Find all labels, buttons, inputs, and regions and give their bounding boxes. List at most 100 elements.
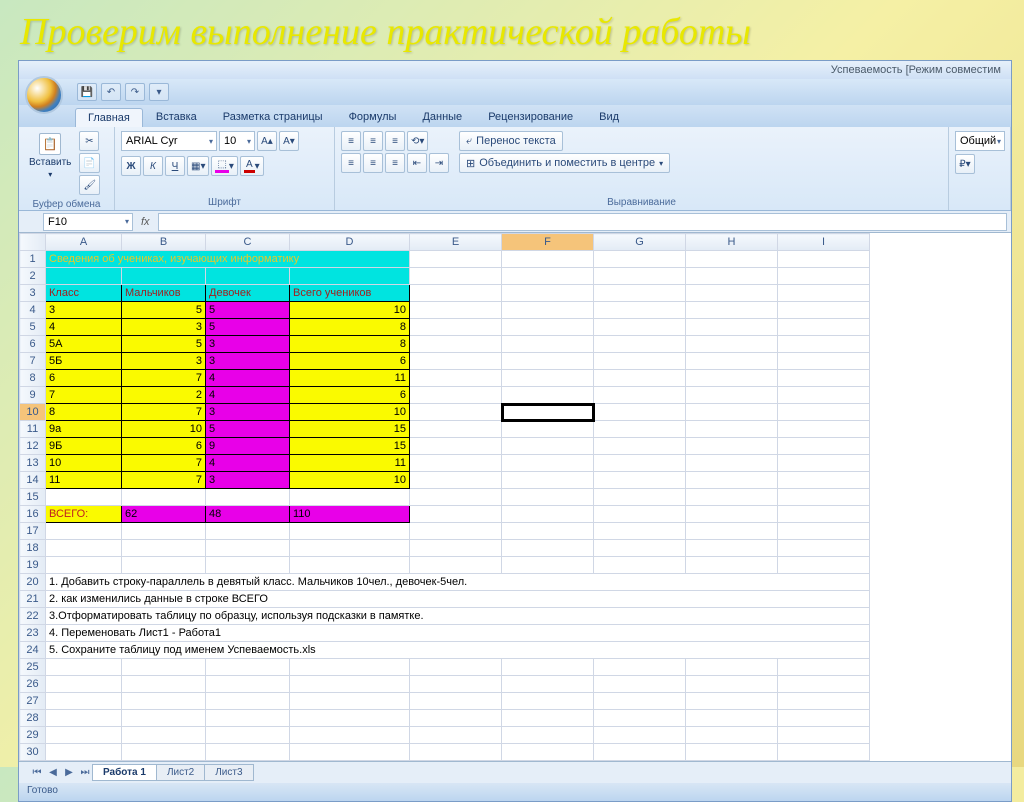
row-header[interactable]: 29 xyxy=(20,727,46,744)
fill-color-button[interactable]: ⬚▾ xyxy=(211,156,237,176)
alignment-group-label: Выравнивание xyxy=(341,195,942,208)
tab-view[interactable]: Вид xyxy=(586,107,632,127)
row-header[interactable]: 18 xyxy=(20,540,46,557)
number-format-combo[interactable]: Общий xyxy=(955,131,1005,151)
merge-icon: ⊞ xyxy=(466,157,475,170)
currency-button[interactable]: ₽▾ xyxy=(955,154,975,174)
row-header[interactable]: 19 xyxy=(20,557,46,574)
row-header[interactable]: 9 xyxy=(20,387,46,404)
row-header[interactable]: 2 xyxy=(20,268,46,285)
row-header[interactable]: 12 xyxy=(20,438,46,455)
ribbon-tabs: Главная Вставка Разметка страницы Формул… xyxy=(19,105,1011,127)
hdr-class[interactable]: Класс xyxy=(46,285,122,302)
fx-icon[interactable]: fx xyxy=(141,216,150,228)
row-header[interactable]: 25 xyxy=(20,659,46,676)
row-header[interactable]: 15 xyxy=(20,489,46,506)
row-header[interactable]: 6 xyxy=(20,336,46,353)
qat-dropdown[interactable]: ▾ xyxy=(149,83,169,101)
col-header-F[interactable]: F xyxy=(502,234,594,251)
cut-button[interactable]: ✂ xyxy=(79,131,99,151)
row-header[interactable]: 30 xyxy=(20,744,46,761)
row-header[interactable]: 16 xyxy=(20,506,46,523)
wrap-text-button[interactable]: ⤶Перенос текста xyxy=(459,131,563,151)
hdr-total[interactable]: Всего учеников xyxy=(290,285,410,302)
row-header[interactable]: 26 xyxy=(20,676,46,693)
decrease-indent-button[interactable]: ⇤ xyxy=(407,153,427,173)
tab-data[interactable]: Данные xyxy=(409,107,475,127)
font-color-button[interactable]: A▾ xyxy=(240,156,264,176)
row-header[interactable]: 11 xyxy=(20,421,46,438)
col-header-G[interactable]: G xyxy=(594,234,686,251)
col-header-E[interactable]: E xyxy=(410,234,502,251)
formula-bar-row: F10 fx xyxy=(19,211,1011,233)
align-bottom-button[interactable]: ≡ xyxy=(385,131,405,151)
note-2[interactable]: 2. как изменились данные в строке ВСЕГО xyxy=(46,591,870,608)
format-painter-button[interactable]: 🖌 xyxy=(79,175,100,195)
row-header[interactable]: 22 xyxy=(20,608,46,625)
note-1[interactable]: 1. Добавить строку-параллель в девятый к… xyxy=(46,574,870,591)
select-all[interactable] xyxy=(20,234,46,251)
worksheet[interactable]: A B C D E F G H I 1Сведения об учениках,… xyxy=(19,233,1011,761)
shrink-font-button[interactable]: A▾ xyxy=(279,131,299,151)
note-3[interactable]: 3.Отформатировать таблицу по образцу, ис… xyxy=(46,608,870,625)
font-size-combo[interactable]: 10 xyxy=(219,131,255,151)
row-header[interactable]: 20 xyxy=(20,574,46,591)
row-header[interactable]: 8 xyxy=(20,370,46,387)
align-center-button[interactable]: ≡ xyxy=(363,153,383,173)
row-header[interactable]: 28 xyxy=(20,710,46,727)
orientation-button[interactable]: ⟲▾ xyxy=(407,131,428,151)
tab-insert[interactable]: Вставка xyxy=(143,107,210,127)
bold-button[interactable]: Ж xyxy=(121,156,141,176)
tab-layout[interactable]: Разметка страницы xyxy=(210,107,336,127)
align-right-button[interactable]: ≡ xyxy=(385,153,405,173)
row-header[interactable]: 4 xyxy=(20,302,46,319)
paste-icon: 📋 xyxy=(39,133,61,155)
row-header[interactable]: 14 xyxy=(20,472,46,489)
hdr-girls[interactable]: Девочек xyxy=(206,285,290,302)
borders-button[interactable]: ▦▾ xyxy=(187,156,209,176)
note-4[interactable]: 4. Переменовать Лист1 - Работа1 xyxy=(46,625,870,642)
col-header-B[interactable]: B xyxy=(122,234,206,251)
col-header-I[interactable]: I xyxy=(778,234,870,251)
hdr-boys[interactable]: Мальчиков xyxy=(122,285,206,302)
paste-button[interactable]: 📋 Вставить ▾ xyxy=(25,131,75,181)
tab-home[interactable]: Главная xyxy=(75,108,143,127)
italic-button[interactable]: К xyxy=(143,156,163,176)
row-header[interactable]: 13 xyxy=(20,455,46,472)
save-button[interactable]: 💾 xyxy=(77,83,97,101)
name-box[interactable]: F10 xyxy=(43,213,133,231)
row-header[interactable]: 27 xyxy=(20,693,46,710)
table-title[interactable]: Сведения об учениках, изучающих информат… xyxy=(46,251,410,268)
row-header[interactable]: 3 xyxy=(20,285,46,302)
col-header-A[interactable]: A xyxy=(46,234,122,251)
row-header[interactable]: 17 xyxy=(20,523,46,540)
underline-button[interactable]: Ч xyxy=(165,156,185,176)
active-cell[interactable] xyxy=(502,404,594,421)
copy-button[interactable]: 📄 xyxy=(79,153,99,173)
align-top-button[interactable]: ≡ xyxy=(341,131,361,151)
align-middle-button[interactable]: ≡ xyxy=(363,131,383,151)
row-header[interactable]: 23 xyxy=(20,625,46,642)
total-label[interactable]: ВСЕГО: xyxy=(46,506,122,523)
merge-center-button[interactable]: ⊞Объединить и поместить в центре▾ xyxy=(459,153,670,173)
align-left-button[interactable]: ≡ xyxy=(341,153,361,173)
row-header[interactable]: 1 xyxy=(20,251,46,268)
tab-formulas[interactable]: Формулы xyxy=(336,107,410,127)
row-header[interactable]: 10 xyxy=(20,404,46,421)
tab-review[interactable]: Рецензирование xyxy=(475,107,586,127)
col-header-C[interactable]: C xyxy=(206,234,290,251)
row-header[interactable]: 5 xyxy=(20,319,46,336)
increase-indent-button[interactable]: ⇥ xyxy=(429,153,449,173)
font-family-combo[interactable]: ARIAL Cyr xyxy=(121,131,217,151)
grow-font-button[interactable]: A▴ xyxy=(257,131,277,151)
redo-button[interactable]: ↷ xyxy=(125,83,145,101)
note-5[interactable]: 5. Сохраните таблицу под именем Успеваем… xyxy=(46,642,870,659)
row-header[interactable]: 21 xyxy=(20,591,46,608)
col-header-D[interactable]: D xyxy=(290,234,410,251)
undo-button[interactable]: ↶ xyxy=(101,83,121,101)
row-header[interactable]: 24 xyxy=(20,642,46,659)
row-header[interactable]: 7 xyxy=(20,353,46,370)
office-button[interactable] xyxy=(25,76,63,114)
formula-bar[interactable] xyxy=(158,213,1007,231)
col-header-H[interactable]: H xyxy=(686,234,778,251)
